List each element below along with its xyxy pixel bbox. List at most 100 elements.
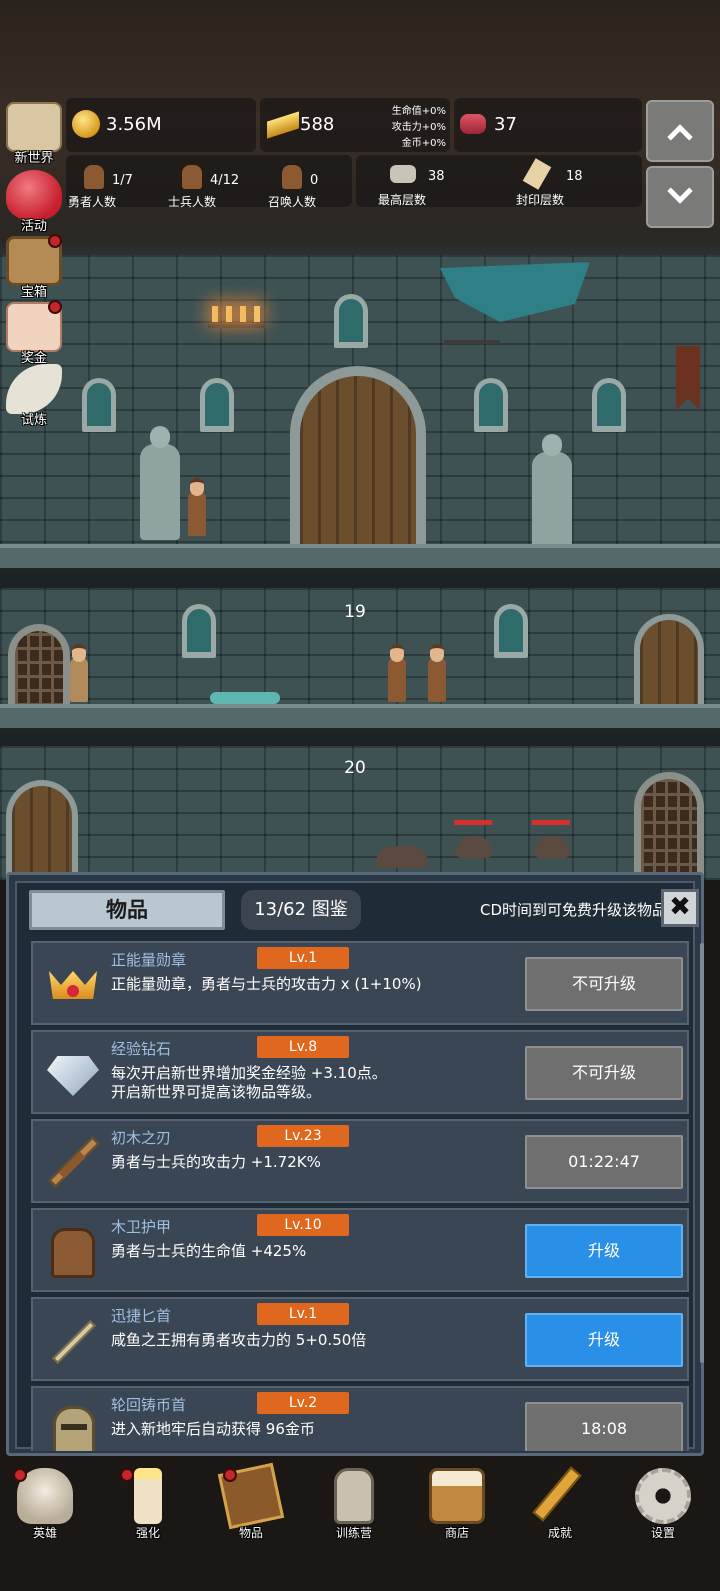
nav-settings[interactable]: 设置 [613,1462,713,1552]
gold-coin-icon [72,110,100,138]
items-panel: 物品 13/62 图鉴 CD时间到可免费升级该物品 ✖ 正能量勋章 Lv.1 正… [6,872,704,1456]
gold-bar-amount: 588 [300,114,335,135]
gold-bar-panel: 588 生命值+0% 攻击力+0% 金币+0% [260,98,450,152]
spider-corpse [376,846,428,868]
nav-items[interactable]: 物品 [201,1462,301,1552]
max-floor-value: 38 [428,169,445,184]
item-description-line: 咸鱼之王拥有勇者攻击力的 5+0.50倍 [111,1331,367,1349]
close-button[interactable]: ✖ [661,889,699,927]
sealed-floor-label: 封印层数 [516,193,565,207]
dungeon-gate[interactable] [290,366,426,548]
floor-number: 20 [344,758,366,778]
gold-amount: 3.56M [106,114,162,135]
side-item-bonus[interactable]: 奖金 [2,300,66,366]
list-scrollbar[interactable] [700,943,704,1363]
cooldown-timer-button[interactable]: 18:08 [525,1402,683,1451]
nav-achievements[interactable]: 成就 [510,1462,610,1552]
gear-icon [635,1468,691,1524]
notification-dot [120,1468,134,1482]
diamond-icon [43,1044,103,1104]
spider-enemy[interactable] [534,836,570,858]
item-level-badge: Lv.1 [257,1303,349,1325]
item-description-line: 勇者与士兵的攻击力 +1.72K% [111,1153,321,1171]
item-list[interactable]: 正能量勋章 Lv.1 正能量勋章，勇者与士兵的攻击力 x (1+10%) 不可升… [31,941,689,1451]
nav-training-camp[interactable]: 训练营 [304,1462,404,1552]
gold-panel: 3.56M [66,98,256,152]
side-item-trial[interactable]: 试炼 [2,362,66,428]
item-name: 木卫护甲 [111,1218,172,1236]
upgrade-button[interactable]: 升级 [525,1313,683,1367]
nav-label: 成就 [547,1526,572,1540]
unit-count-panel: 1/7 勇者人数 4/12 士兵人数 0 召唤人数 [66,155,352,209]
barred-door [8,624,70,706]
floor-ledge [0,544,720,574]
nav-label: 英雄 [32,1526,57,1540]
nav-label: 训练营 [335,1526,372,1540]
upgrade-button[interactable]: 升级 [525,1224,683,1278]
gem-panel: 37 [454,98,642,152]
item-level-badge: Lv.8 [257,1036,349,1058]
side-item-new-world[interactable]: 新世界 [2,100,66,166]
item-description: 勇者与士兵的生命值 +425% [111,1242,511,1261]
soldier-count-label: 士兵人数 [168,195,217,209]
scroll-down-button[interactable] [646,166,714,228]
item-level-badge: Lv.2 [257,1392,349,1414]
item-row: 木卫护甲 Lv.10 勇者与士兵的生命值 +425% 升级 [31,1208,689,1292]
nav-label: 商店 [444,1526,469,1540]
wooden-door [6,780,78,880]
gem-amount: 37 [494,114,517,135]
floor-stats-panel: 38 最高层数 18 封印层数 [356,155,642,207]
stone-icon [390,165,416,183]
cooldown-timer-button[interactable]: 01:22:47 [525,1135,683,1189]
upgrade-disabled-button[interactable]: 不可升级 [525,1046,683,1100]
arch-window [592,378,626,432]
arch-window [82,378,116,432]
scroll-up-button[interactable] [646,100,714,162]
side-item-event[interactable]: 活动 [2,168,66,234]
tab-items[interactable]: 物品 [29,890,225,930]
gold-bonus: 金币+0% [401,138,446,149]
item-description: 正能量勋章，勇者与士兵的攻击力 x (1+10%) [111,975,511,994]
notification-dot [223,1468,237,1482]
soldier-count: 4/12 [210,173,240,188]
wing-icon [6,364,62,414]
heart-icon [6,170,62,220]
item-description: 咸鱼之王拥有勇者攻击力的 5+0.50倍 [111,1331,511,1350]
ruby-gem-icon [460,114,486,134]
item-description-line: 开启新世界可提高该物品等级。 [111,1083,322,1101]
gold-bar-icon [267,111,299,139]
hero-character [428,644,446,702]
skeleton-enemy [70,644,88,702]
helmet-icon [43,1400,103,1451]
hp-bonus: 生命值+0% [391,106,446,117]
sealed-floor-value: 18 [566,169,583,184]
upgrade-disabled-button[interactable]: 不可升级 [525,957,683,1011]
floor-gap [0,574,720,588]
barred-door [634,772,704,880]
nav-shop[interactable]: 商店 [407,1462,507,1552]
wooden-sword-icon [43,1133,103,1193]
summon-portrait-icon [282,165,302,189]
knight-statue [140,426,180,540]
item-name: 迅捷匕首 [111,1307,172,1325]
side-item-chest[interactable]: 宝箱 [2,234,66,300]
enemy-health-bar [454,820,492,825]
side-item-label: 活动 [20,219,47,234]
item-level-badge: Lv.23 [257,1125,349,1147]
nav-heroes[interactable]: 英雄 [0,1462,95,1552]
item-name: 正能量勋章 [111,951,187,969]
floor-ledge [0,704,720,734]
collection-button[interactable]: 13/62 图鉴 [241,890,361,930]
item-description: 勇者与士兵的攻击力 +1.72K% [111,1153,511,1172]
knight-statue [532,434,572,548]
spider-enemy[interactable] [456,836,492,858]
nav-enhance[interactable]: 强化 [98,1462,198,1552]
notification-dot [48,234,62,248]
beer-mug-icon [429,1468,485,1524]
item-row: 初木之刃 Lv.23 勇者与士兵的攻击力 +1.72K% 01:22:47 [31,1119,689,1203]
summon-count: 0 [310,173,319,188]
side-item-label: 试炼 [20,413,47,428]
hero-portrait-icon [84,165,104,189]
lantern-icon [334,1468,374,1524]
item-name: 初木之刃 [111,1129,172,1147]
